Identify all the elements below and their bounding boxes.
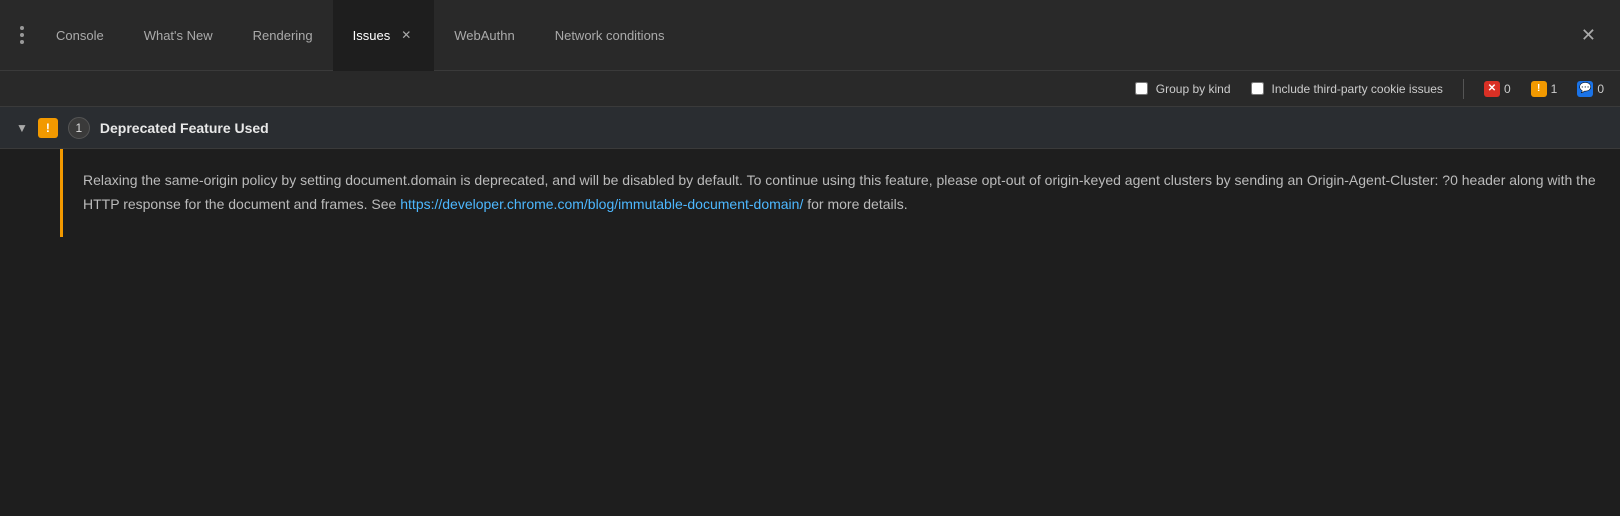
toolbar-divider — [1463, 79, 1464, 99]
tab-webauthn-label: WebAuthn — [454, 28, 514, 43]
issue-content: Relaxing the same-origin policy by setti… — [60, 149, 1620, 237]
group-by-kind-checkbox[interactable] — [1135, 82, 1148, 95]
tab-console-label: Console — [56, 28, 104, 43]
error-badge-icon: ✕ — [1484, 81, 1500, 97]
toolbar: Group by kind Include third-party cookie… — [0, 71, 1620, 107]
badge-info[interactable]: 💬 0 — [1577, 81, 1604, 97]
group-by-kind-checkbox-label[interactable]: Group by kind — [1135, 82, 1231, 96]
chevron-icon: ▼ — [16, 121, 28, 135]
badge-errors[interactable]: ✕ 0 — [1484, 81, 1511, 97]
tab-more-options[interactable] — [8, 26, 36, 44]
tab-rendering-label: Rendering — [253, 28, 313, 43]
issue-group-title: Deprecated Feature Used — [100, 120, 269, 136]
include-third-party-checkbox-label[interactable]: Include third-party cookie issues — [1251, 82, 1443, 96]
tab-issues-close[interactable]: ✕ — [398, 27, 414, 43]
tab-bar: Console What's New Rendering Issues ✕ We… — [0, 0, 1620, 71]
tab-issues[interactable]: Issues ✕ — [333, 0, 435, 71]
include-third-party-checkbox[interactable] — [1251, 82, 1264, 95]
tab-rendering[interactable]: Rendering — [233, 0, 333, 71]
tab-whats-new-label: What's New — [144, 28, 213, 43]
tab-network-conditions[interactable]: Network conditions — [535, 0, 685, 71]
warning-count: 1 — [1551, 82, 1558, 96]
badge-warnings[interactable]: ! 1 — [1531, 81, 1558, 97]
tab-webauthn[interactable]: WebAuthn — [434, 0, 534, 71]
tab-console[interactable]: Console — [36, 0, 124, 71]
tab-issues-label: Issues — [353, 28, 391, 43]
issue-count-badge: 1 — [68, 117, 90, 139]
tab-network-conditions-label: Network conditions — [555, 28, 665, 43]
issue-description-suffix: for more details. — [803, 196, 907, 212]
warning-badge-icon: ! — [1531, 81, 1547, 97]
issues-container: ▼ ! 1 Deprecated Feature Used Relaxing t… — [0, 107, 1620, 237]
include-third-party-label: Include third-party cookie issues — [1272, 82, 1443, 96]
close-devtools-button[interactable]: ✕ — [1565, 25, 1612, 46]
group-by-kind-label: Group by kind — [1156, 82, 1231, 96]
error-count: 0 — [1504, 82, 1511, 96]
issue-group-header[interactable]: ▼ ! 1 Deprecated Feature Used — [0, 107, 1620, 149]
tab-whats-new[interactable]: What's New — [124, 0, 233, 71]
close-icon: ✕ — [1581, 25, 1596, 45]
info-badge-icon: 💬 — [1577, 81, 1593, 97]
info-count: 0 — [1597, 82, 1604, 96]
issue-description: Relaxing the same-origin policy by setti… — [83, 169, 1596, 217]
issue-link[interactable]: https://developer.chrome.com/blog/immuta… — [400, 196, 803, 212]
warning-icon: ! — [38, 118, 58, 138]
